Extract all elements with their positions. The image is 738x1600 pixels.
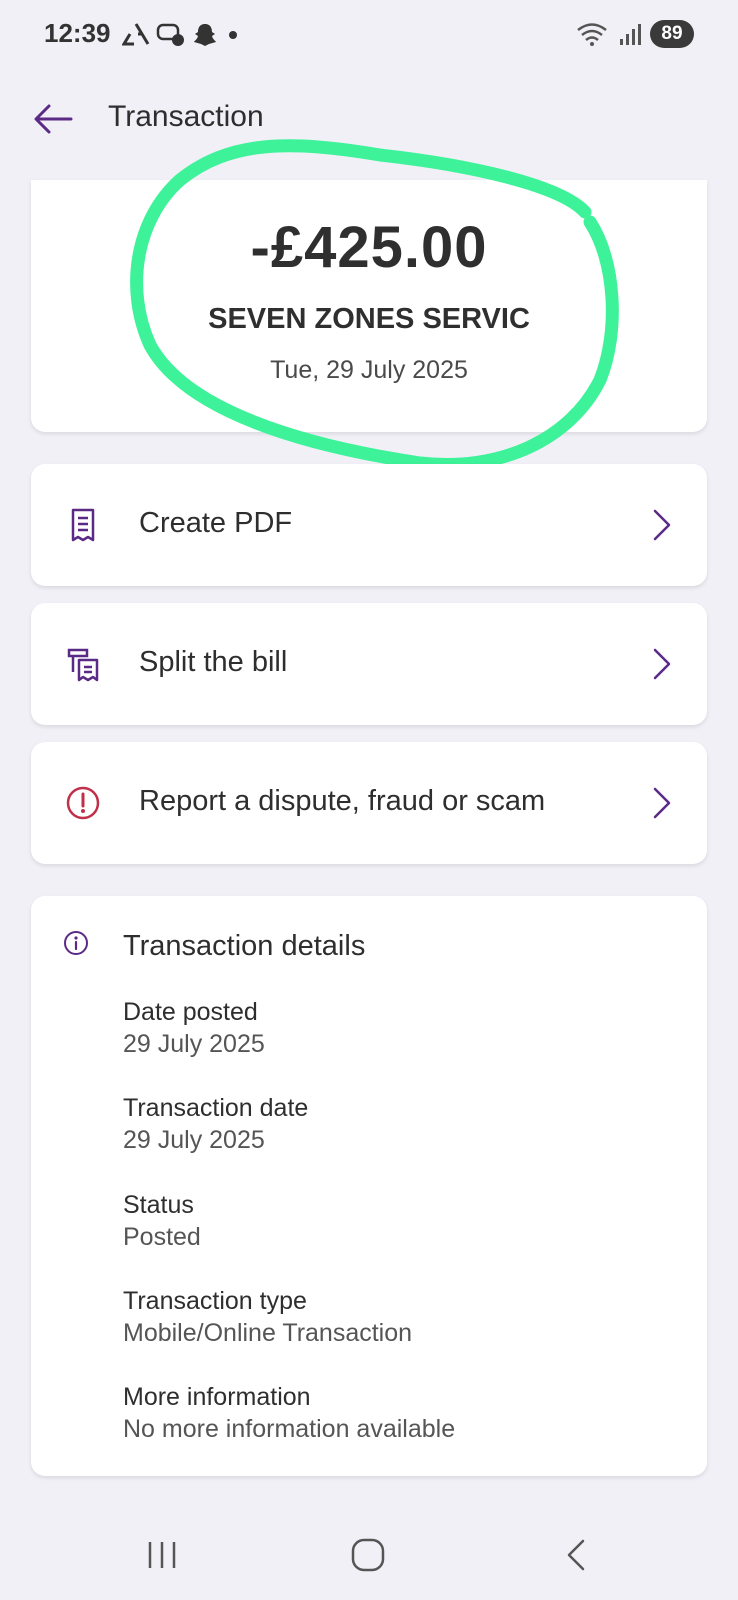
details-title: Transaction details xyxy=(123,930,366,962)
transaction-date: Tue, 29 July 2025 xyxy=(270,356,468,384)
info-icon xyxy=(64,931,88,955)
battery-indicator: 89 xyxy=(650,20,694,48)
report-dispute-label: Report a dispute, fraud or scam xyxy=(139,785,546,817)
transaction-details-card: Transaction details Date posted 29 July … xyxy=(31,896,707,1476)
chevron-right-icon xyxy=(653,648,671,680)
detail-label: More information xyxy=(123,1383,311,1411)
arrow-left-icon xyxy=(34,104,73,134)
detail-value: Mobile/Online Transaction xyxy=(123,1319,413,1347)
signal-icon xyxy=(620,24,641,45)
dot-icon xyxy=(229,31,237,39)
app-header: Transaction xyxy=(0,90,738,150)
snapchat-icon xyxy=(194,24,216,46)
detail-value: 29 July 2025 xyxy=(123,1030,265,1058)
notification-icons xyxy=(122,22,242,48)
status-bar: 12:39 89 xyxy=(0,0,738,72)
transaction-summary-card: -£425.00 SEVEN ZONES SERVIC Tue, 29 July… xyxy=(31,180,707,432)
detail-label: Status xyxy=(123,1191,194,1219)
detail-label: Transaction date xyxy=(123,1094,309,1122)
chat-icon xyxy=(156,23,184,46)
chevron-right-icon xyxy=(653,787,671,819)
detail-label: Transaction type xyxy=(123,1287,307,1315)
alert-circle-icon xyxy=(66,786,100,820)
system-back-button[interactable] xyxy=(546,1530,606,1580)
detail-value: Posted xyxy=(123,1223,201,1251)
chevron-left-icon xyxy=(567,1539,585,1571)
detail-transaction-type: Transaction type Mobile/Online Transacti… xyxy=(123,1285,683,1349)
detail-more-information: More information No more information ava… xyxy=(123,1381,683,1445)
system-icons: 89 xyxy=(576,20,694,48)
merchant-name: SEVEN ZONES SERVIC xyxy=(208,303,530,335)
recent-apps-icon xyxy=(148,1542,176,1568)
home-icon xyxy=(351,1538,385,1572)
back-button[interactable] xyxy=(30,96,76,142)
split-bill-icon xyxy=(67,648,99,682)
detail-value: No more information available xyxy=(123,1415,456,1443)
report-dispute-button[interactable]: Report a dispute, fraud or scam xyxy=(31,742,707,864)
chevron-right-icon xyxy=(653,509,671,541)
detail-transaction-date: Transaction date 29 July 2025 xyxy=(123,1092,683,1156)
detail-value: 29 July 2025 xyxy=(123,1126,265,1154)
status-time: 12:39 xyxy=(44,18,111,48)
detail-status: Status Posted xyxy=(123,1189,683,1253)
split-bill-button[interactable]: Split the bill xyxy=(31,603,707,725)
page-title: Transaction xyxy=(108,100,264,133)
detail-label: Date posted xyxy=(123,998,258,1026)
split-bill-label: Split the bill xyxy=(139,646,288,678)
create-pdf-label: Create PDF xyxy=(139,507,293,539)
wifi-icon xyxy=(577,23,607,46)
create-pdf-button[interactable]: Create PDF xyxy=(31,464,707,586)
recycle-icon xyxy=(122,23,150,46)
system-nav-bar xyxy=(0,1520,738,1590)
transaction-screen: 12:39 89 Transaction -£425.00 SEVEN ZONE… xyxy=(0,0,738,1600)
receipt-icon xyxy=(71,508,95,542)
home-button[interactable] xyxy=(338,1530,398,1580)
transaction-amount: -£425.00 xyxy=(250,215,488,280)
detail-date-posted: Date posted 29 July 2025 xyxy=(123,996,683,1060)
recent-apps-button[interactable] xyxy=(132,1530,192,1580)
